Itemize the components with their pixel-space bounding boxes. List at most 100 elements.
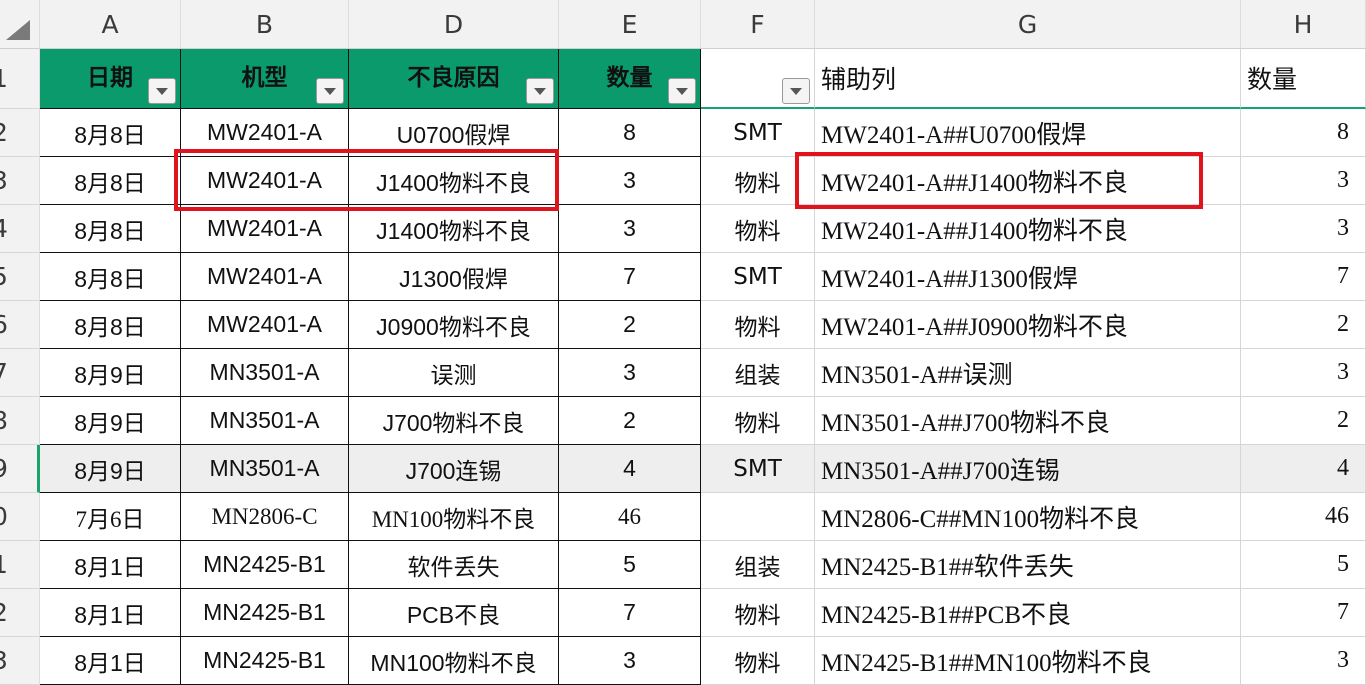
row-number[interactable]: 4: [0, 205, 40, 253]
cell-qty[interactable]: 3: [559, 157, 701, 205]
row-number[interactable]: 2: [0, 109, 40, 157]
cell-date[interactable]: 7月6日: [40, 493, 181, 541]
cell-date[interactable]: 8月1日: [40, 637, 181, 685]
cell-category[interactable]: 物料: [701, 397, 815, 445]
cell-qty[interactable]: 3: [559, 205, 701, 253]
cell-date[interactable]: 8月1日: [40, 589, 181, 637]
cell-helper[interactable]: MN2425-B1##PCB不良: [815, 589, 1241, 637]
cell-helper[interactable]: MW2401-A##J1300假焊: [815, 253, 1241, 301]
cell-date[interactable]: 8月9日: [40, 397, 181, 445]
cell-reason[interactable]: J1300假焊: [349, 253, 559, 301]
cell-helper[interactable]: MW2401-A##J1400物料不良: [815, 157, 1241, 205]
cell-qty[interactable]: 2: [559, 301, 701, 349]
header-reason[interactable]: 不良原因: [349, 49, 559, 109]
cell-category[interactable]: 物料: [701, 301, 815, 349]
header-helper[interactable]: 辅助列: [815, 49, 1241, 109]
cell-category[interactable]: 物料: [701, 589, 815, 637]
row-number[interactable]: 8: [0, 397, 40, 445]
cell-h[interactable]: 2: [1241, 301, 1366, 349]
cell-model[interactable]: MN3501-A: [181, 397, 349, 445]
cell-h[interactable]: 4: [1241, 445, 1366, 493]
cell-model[interactable]: MW2401-A: [181, 253, 349, 301]
cell-date[interactable]: 8月1日: [40, 541, 181, 589]
cell-h[interactable]: 46: [1241, 493, 1366, 541]
column-header-e[interactable]: E: [559, 0, 701, 49]
row-number[interactable]: 3: [0, 157, 40, 205]
cell-qty[interactable]: 46: [559, 493, 701, 541]
row-number[interactable]: 7: [0, 349, 40, 397]
cell-reason[interactable]: MN100物料不良: [349, 637, 559, 685]
cell-helper[interactable]: MN2806-C##MN100物料不良: [815, 493, 1241, 541]
cell-helper[interactable]: MN3501-A##J700连锡: [815, 445, 1241, 493]
cell-helper[interactable]: MW2401-A##U0700假焊: [815, 109, 1241, 157]
cell-reason[interactable]: U0700假焊: [349, 109, 559, 157]
filter-dropdown-icon[interactable]: [782, 78, 810, 104]
row-number[interactable]: 1: [0, 541, 40, 589]
cell-h[interactable]: 3: [1241, 349, 1366, 397]
cell-category[interactable]: SMT: [701, 253, 815, 301]
cell-date[interactable]: 8月9日: [40, 445, 181, 493]
cell-qty[interactable]: 5: [559, 541, 701, 589]
cell-h[interactable]: 2: [1241, 397, 1366, 445]
cell-model[interactable]: MW2401-A: [181, 205, 349, 253]
cell-date[interactable]: 8月8日: [40, 157, 181, 205]
cell-category[interactable]: [701, 493, 815, 541]
column-header-h[interactable]: H: [1241, 0, 1366, 49]
row-number[interactable]: 0: [0, 493, 40, 541]
cell-date[interactable]: 8月8日: [40, 301, 181, 349]
column-header-f[interactable]: F: [701, 0, 815, 49]
cell-category[interactable]: SMT: [701, 445, 815, 493]
cell-reason[interactable]: J700连锡: [349, 445, 559, 493]
cell-reason[interactable]: 软件丢失: [349, 541, 559, 589]
header-qty[interactable]: 数量: [559, 49, 701, 109]
cell-h[interactable]: 7: [1241, 253, 1366, 301]
cell-model[interactable]: MN2806-C: [181, 493, 349, 541]
cell-qty[interactable]: 8: [559, 109, 701, 157]
cell-model[interactable]: MN2425-B1: [181, 589, 349, 637]
cell-category[interactable]: 物料: [701, 205, 815, 253]
filter-dropdown-icon[interactable]: [148, 78, 176, 104]
cell-qty[interactable]: 3: [559, 637, 701, 685]
cell-category[interactable]: 物料: [701, 157, 815, 205]
cell-model[interactable]: MN3501-A: [181, 349, 349, 397]
cell-h[interactable]: 3: [1241, 157, 1366, 205]
cell-h[interactable]: 7: [1241, 589, 1366, 637]
spreadsheet-grid[interactable]: ABDEFGH1234567890123日期机型不良原因数量辅助列数量8月8日M…: [0, 0, 1366, 685]
header-f[interactable]: [701, 49, 815, 109]
cell-reason[interactable]: J0900物料不良: [349, 301, 559, 349]
cell-model[interactable]: MW2401-A: [181, 157, 349, 205]
cell-model[interactable]: MW2401-A: [181, 109, 349, 157]
cell-date[interactable]: 8月8日: [40, 205, 181, 253]
cell-qty[interactable]: 7: [559, 589, 701, 637]
cell-date[interactable]: 8月8日: [40, 253, 181, 301]
cell-model[interactable]: MN3501-A: [181, 445, 349, 493]
cell-reason[interactable]: PCB不良: [349, 589, 559, 637]
cell-h[interactable]: 3: [1241, 205, 1366, 253]
row-number[interactable]: 6: [0, 301, 40, 349]
cell-category[interactable]: 组装: [701, 541, 815, 589]
cell-helper[interactable]: MN3501-A##误测: [815, 349, 1241, 397]
filter-dropdown-icon[interactable]: [668, 78, 696, 104]
cell-helper[interactable]: MN3501-A##J700物料不良: [815, 397, 1241, 445]
row-number[interactable]: 1: [0, 49, 40, 109]
header-date[interactable]: 日期: [40, 49, 181, 109]
column-header-a[interactable]: A: [40, 0, 181, 49]
row-number[interactable]: 5: [0, 253, 40, 301]
column-header-b[interactable]: B: [181, 0, 349, 49]
cell-h[interactable]: 3: [1241, 637, 1366, 685]
row-number[interactable]: 9: [0, 445, 40, 493]
cell-category[interactable]: SMT: [701, 109, 815, 157]
cell-helper[interactable]: MN2425-B1##MN100物料不良: [815, 637, 1241, 685]
cell-helper[interactable]: MW2401-A##J0900物料不良: [815, 301, 1241, 349]
header-model[interactable]: 机型: [181, 49, 349, 109]
filter-dropdown-icon[interactable]: [316, 78, 344, 104]
cell-reason[interactable]: J1400物料不良: [349, 157, 559, 205]
column-header-g[interactable]: G: [815, 0, 1241, 49]
cell-reason[interactable]: 误测: [349, 349, 559, 397]
column-header-d[interactable]: D: [349, 0, 559, 49]
row-number[interactable]: 2: [0, 589, 40, 637]
cell-reason[interactable]: J1400物料不良: [349, 205, 559, 253]
cell-date[interactable]: 8月9日: [40, 349, 181, 397]
cell-category[interactable]: 组装: [701, 349, 815, 397]
cell-h[interactable]: 5: [1241, 541, 1366, 589]
